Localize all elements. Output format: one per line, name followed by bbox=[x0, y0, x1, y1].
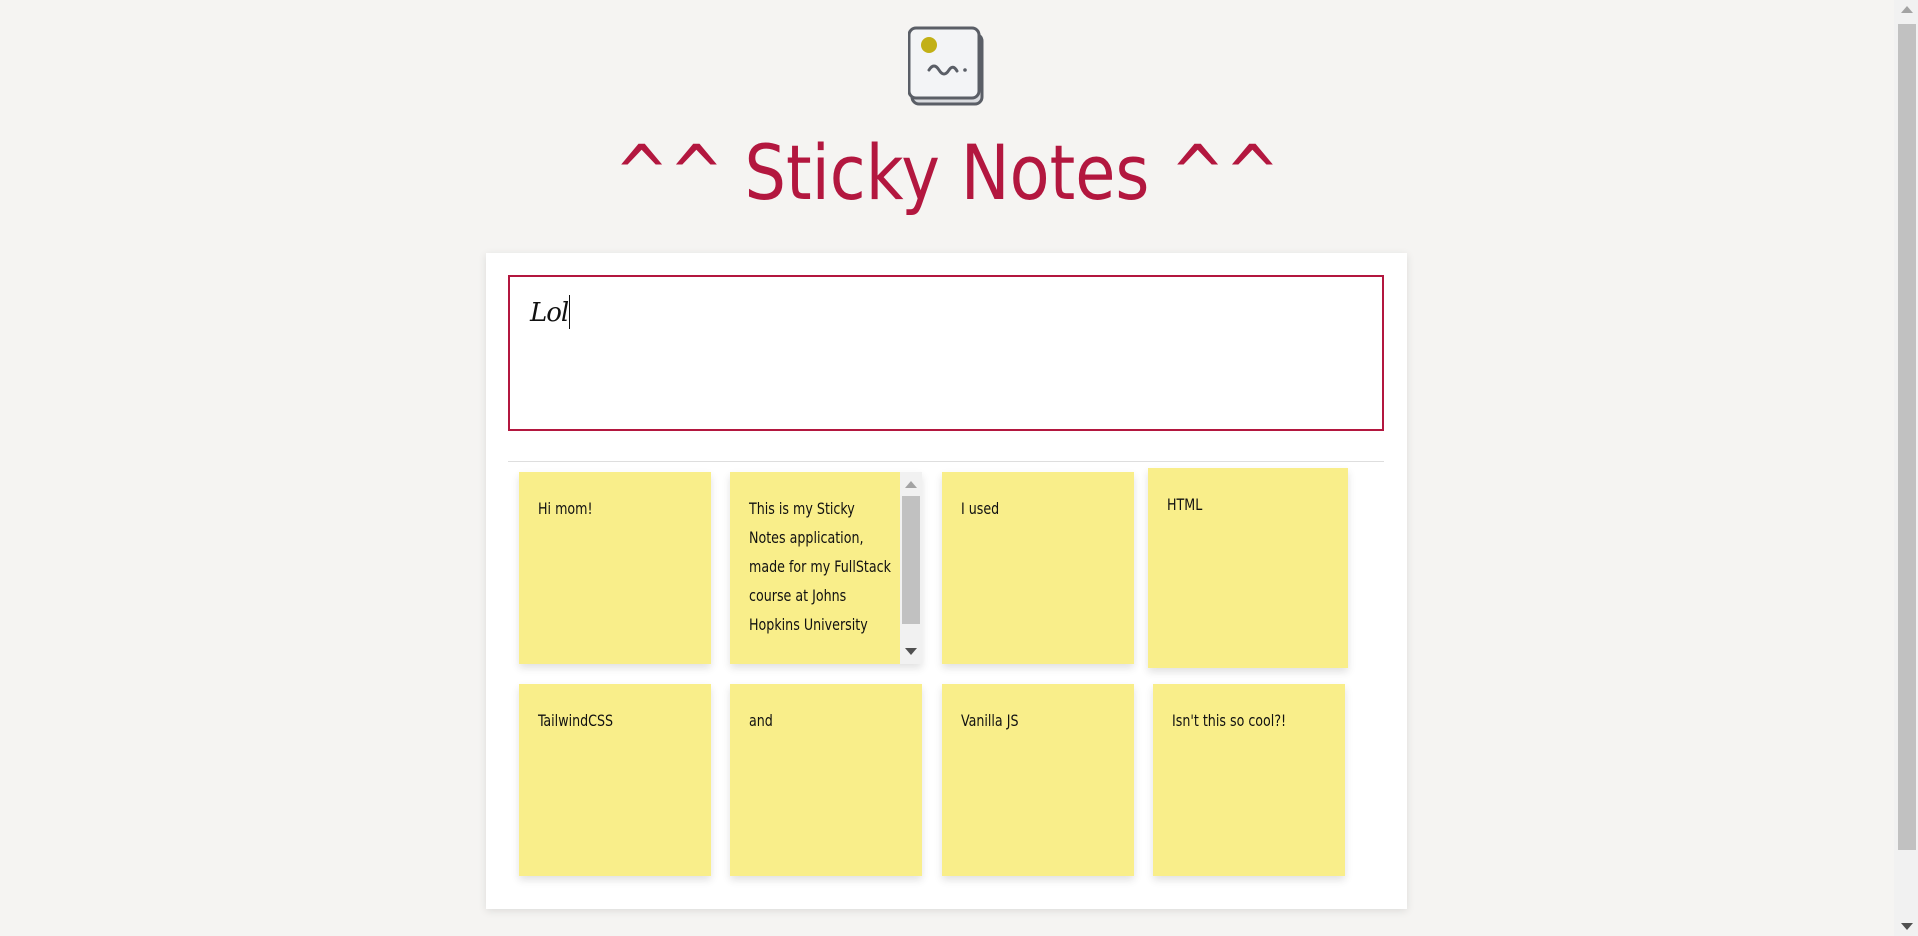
page-title: ^^ Sticky Notes ^^ bbox=[614, 128, 1280, 217]
sticky-note[interactable]: This is my Sticky Notes application, mad… bbox=[730, 472, 922, 664]
page-scrollbar[interactable] bbox=[1894, 0, 1918, 936]
scrollbar-thumb[interactable] bbox=[1898, 24, 1916, 850]
text-caret bbox=[569, 295, 571, 329]
sticky-notes-page: ^^ Sticky Notes ^^ Lol Hi mom! This is m… bbox=[0, 0, 1918, 936]
notes-panel: Lol Hi mom! This is my Sticky Notes appl… bbox=[486, 253, 1407, 909]
sticky-note[interactable]: Hi mom! bbox=[519, 472, 711, 664]
divider bbox=[508, 461, 1384, 462]
scroll-up-arrow-icon[interactable] bbox=[1901, 6, 1913, 13]
scroll-down-arrow-icon[interactable] bbox=[905, 648, 917, 655]
sticky-note[interactable]: and bbox=[730, 684, 922, 876]
scroll-down-arrow-icon[interactable] bbox=[1901, 923, 1913, 930]
new-note-input-value: Lol bbox=[530, 298, 569, 328]
sticky-note-icon bbox=[908, 26, 984, 106]
sticky-note[interactable]: Vanilla JS bbox=[942, 684, 1134, 876]
sticky-note[interactable]: TailwindCSS bbox=[519, 684, 711, 876]
sticky-note[interactable]: Isn't this so cool?! bbox=[1153, 684, 1345, 876]
scrollbar-thumb[interactable] bbox=[902, 496, 920, 624]
scroll-up-arrow-icon[interactable] bbox=[905, 481, 917, 488]
sticky-note[interactable]: HTML bbox=[1148, 468, 1348, 668]
note-scrollbar[interactable] bbox=[900, 472, 922, 664]
new-note-input[interactable]: Lol bbox=[508, 275, 1384, 431]
sticky-note[interactable]: I used bbox=[942, 472, 1134, 664]
